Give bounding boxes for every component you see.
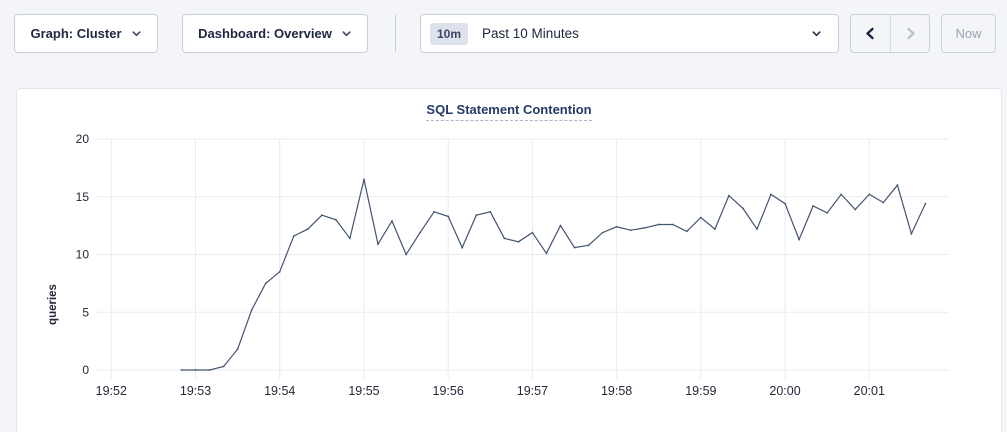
x-tick-label: 20:00 <box>769 384 800 398</box>
time-step-forward-button[interactable] <box>890 15 929 52</box>
x-tick-label: 19:53 <box>180 384 211 398</box>
chevron-right-icon <box>904 27 917 40</box>
x-tick-label: 19:54 <box>264 384 295 398</box>
x-tick-label: 19:58 <box>601 384 632 398</box>
toolbar: Graph: Cluster Dashboard: Overview 10m P… <box>0 0 1007 66</box>
y-tick-label: 0 <box>82 363 89 377</box>
chart-card: SQL Statement Contention 0510152019:5219… <box>16 88 1002 432</box>
y-axis-label: queries <box>47 284 59 325</box>
graph-dropdown[interactable]: Graph: Cluster <box>14 14 158 53</box>
time-step-button-group <box>850 14 930 53</box>
x-tick-label: 19:56 <box>433 384 464 398</box>
y-tick-label: 5 <box>82 305 89 319</box>
metrics-page: Graph: Cluster Dashboard: Overview 10m P… <box>0 0 1007 432</box>
sql-statement-contention-chart[interactable]: 0 5 10 15 20 19:52 19:53 19:54 19:55 19:56 19:57 19… <box>17 89 1003 432</box>
x-tick-label: 19:55 <box>348 384 379 398</box>
x-tick-label: 19:57 <box>517 384 548 398</box>
toolbar-divider <box>395 15 396 52</box>
x-tick-label: 19:59 <box>685 384 716 398</box>
chevron-left-icon <box>864 27 877 40</box>
time-range-dropdown[interactable]: 10m Past 10 Minutes <box>420 14 839 53</box>
time-range-label: Past 10 Minutes <box>482 26 579 41</box>
chevron-down-icon <box>811 28 822 39</box>
chevron-down-icon <box>341 28 352 39</box>
dashboard-dropdown[interactable]: Dashboard: Overview <box>182 14 368 53</box>
y-tick-label: 20 <box>76 132 90 146</box>
x-tick-label: 19:52 <box>96 384 127 398</box>
time-range-badge: 10m <box>430 23 468 45</box>
now-button[interactable]: Now <box>941 14 996 53</box>
x-tick-label: 20:01 <box>854 384 885 398</box>
dashboard-dropdown-label: Dashboard: Overview <box>198 26 332 41</box>
series-line <box>182 179 926 370</box>
y-tick-label: 10 <box>76 248 90 262</box>
chevron-down-icon <box>131 28 142 39</box>
y-tick-label: 15 <box>76 190 90 204</box>
graph-dropdown-label: Graph: Cluster <box>30 26 121 41</box>
time-step-back-button[interactable] <box>851 15 890 52</box>
